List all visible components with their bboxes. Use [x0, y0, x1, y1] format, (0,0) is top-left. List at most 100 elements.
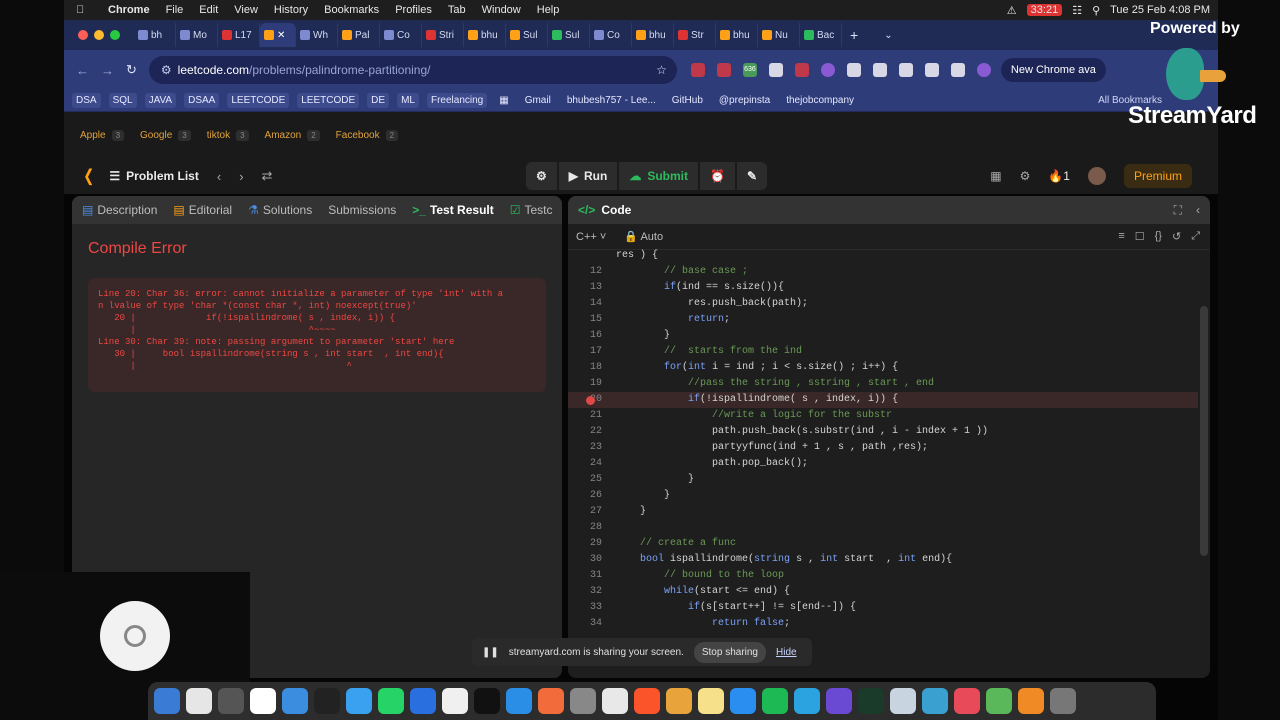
layout-icon[interactable]: ▦	[990, 169, 1001, 183]
browser-tab-active[interactable]: ✕	[260, 23, 296, 47]
code-line[interactable]: 30 bool ispallindrome(string s , int sta…	[568, 552, 1198, 568]
run-button[interactable]: ▶ Run	[558, 162, 618, 190]
notes-icon[interactable]: ✎	[736, 162, 768, 190]
app-icon[interactable]	[954, 688, 980, 714]
extension-icon[interactable]	[820, 63, 835, 77]
settings-app-icon[interactable]	[570, 688, 596, 714]
code-line[interactable]: 13 if(ind == s.size()){	[568, 280, 1198, 296]
fullscreen-icon[interactable]: ⤢	[1191, 230, 1200, 243]
bookmark-folder[interactable]: SQL	[108, 93, 137, 108]
extension-icon[interactable]	[794, 63, 809, 77]
menubar-clock[interactable]: Tue 25 Feb 4:08 PM	[1110, 4, 1210, 16]
browser-tab[interactable]: Nu	[758, 23, 800, 47]
bookmark-github[interactable]: GitHub	[668, 93, 707, 108]
apple-icon[interactable]: 	[76, 4, 92, 16]
bookmark-folder[interactable]: Freelancing	[426, 93, 488, 108]
menu-history[interactable]: History	[274, 4, 308, 16]
code-line[interactable]: 18 for(int i = ind ; i < s.size() ; i++)…	[568, 360, 1198, 376]
brave-icon[interactable]	[634, 688, 660, 714]
code-line[interactable]: 19 //pass the string , sstring , start ,…	[568, 376, 1198, 392]
braces-icon[interactable]: {}	[1155, 230, 1162, 243]
search-icon[interactable]: ⚲	[1092, 4, 1100, 17]
calendar-icon[interactable]	[442, 688, 468, 714]
browser-tab[interactable]: Co	[380, 23, 422, 47]
sublime-icon[interactable]	[666, 688, 692, 714]
settings-icon[interactable]: ⚙	[1020, 169, 1031, 183]
bookmark-leetcode-profile[interactable]: bhubesh757 - Lee...	[563, 93, 660, 108]
menu-profiles[interactable]: Profiles	[395, 4, 432, 16]
browser-tab[interactable]: bh	[134, 23, 176, 47]
menu-tab[interactable]: Tab	[448, 4, 466, 16]
bookmark-thejobcompany[interactable]: thejobcompany	[782, 93, 858, 108]
maximize-icon[interactable]: ⛶	[1174, 203, 1182, 218]
company-tag[interactable]: Amazon 2	[265, 129, 320, 141]
pin-icon[interactable]	[924, 63, 939, 77]
reset-icon[interactable]: ↺	[1172, 230, 1181, 243]
leetcode-logo-icon[interactable]: ❬	[82, 166, 95, 186]
code-editor[interactable]: res ) {12 // base case ; 13 if(ind == s.s…	[568, 250, 1208, 678]
app-store-icon[interactable]	[730, 688, 756, 714]
bookmark-icon[interactable]: ☐	[1135, 230, 1145, 243]
bookmark-folder[interactable]: DSA	[72, 93, 101, 108]
menu-help[interactable]: Help	[537, 4, 560, 16]
code-line[interactable]: 28	[568, 520, 1198, 536]
browser-tab[interactable]: Stri	[422, 23, 464, 47]
browser-tab[interactable]: Pal	[338, 23, 380, 47]
problem-list-button[interactable]: ☰ Problem List	[109, 169, 198, 183]
extension-icon[interactable]	[716, 63, 731, 77]
bookmark-folder[interactable]: DSAA	[184, 93, 220, 108]
profile-avatar[interactable]	[976, 63, 991, 77]
safari-icon[interactable]	[346, 688, 372, 714]
browser-tab[interactable]: bhu	[716, 23, 758, 47]
tab-editorial[interactable]: ▤ Editorial	[173, 203, 232, 217]
extension-icon[interactable]	[768, 63, 783, 77]
wifi-icon[interactable]: ☷	[1072, 4, 1082, 17]
next-problem-icon[interactable]: ›	[239, 169, 243, 184]
vlc-icon[interactable]	[1018, 688, 1044, 714]
code-line[interactable]: 25 }	[568, 472, 1198, 488]
app-icon[interactable]	[186, 688, 212, 714]
company-tag[interactable]: tiktok 3	[207, 129, 249, 141]
app-icon[interactable]	[922, 688, 948, 714]
forward-icon[interactable]: →	[101, 63, 114, 78]
menu-bookmarks[interactable]: Bookmarks	[324, 4, 379, 16]
code-line[interactable]: 24 path.pop_back();	[568, 456, 1198, 472]
extension-badge-icon[interactable]: 636	[742, 63, 757, 77]
jetbrains-icon[interactable]	[314, 688, 340, 714]
bookmark-gmail[interactable]: Gmail	[521, 93, 555, 108]
code-line[interactable]: 23 partyyfunc(ind + 1 , s , path ,res);	[568, 440, 1198, 456]
notes-icon[interactable]	[698, 688, 724, 714]
utorrent-icon[interactable]	[986, 688, 1012, 714]
extension-icon[interactable]	[872, 63, 887, 77]
new-chrome-available-button[interactable]: New Chrome ava	[1000, 58, 1106, 82]
tab-submissions[interactable]: Submissions	[328, 203, 396, 217]
tab-description[interactable]: ▤ Description	[82, 203, 157, 217]
code-line[interactable]: 29 // create a func	[568, 536, 1198, 552]
browser-tab[interactable]: Wh	[296, 23, 338, 47]
terminal-app-icon[interactable]	[474, 688, 500, 714]
tab-solutions[interactable]: ⚗ Solutions	[248, 203, 312, 217]
extension-icon[interactable]	[690, 63, 705, 77]
browser-tab[interactable]: Sul	[506, 23, 548, 47]
browser-tab[interactable]: bhu	[464, 23, 506, 47]
mail-icon[interactable]	[282, 688, 308, 714]
language-select[interactable]: C++ ˅	[576, 231, 606, 243]
browser-tab[interactable]: Bac	[800, 23, 842, 47]
vscode-icon[interactable]	[506, 688, 532, 714]
preview-icon[interactable]	[890, 688, 916, 714]
prev-problem-icon[interactable]: ‹	[217, 169, 221, 184]
media-icon[interactable]	[950, 63, 965, 77]
collapse-icon[interactable]: ‹	[1196, 203, 1200, 218]
browser-tab[interactable]: bhu	[632, 23, 674, 47]
bookmark-folder[interactable]: LEETCODE	[297, 93, 360, 108]
browser-tab[interactable]: Co	[590, 23, 632, 47]
code-line[interactable]: 14 res.push_back(path);	[568, 296, 1198, 312]
tab-test-result[interactable]: >_ Test Result	[412, 203, 493, 217]
code-line[interactable]: 22 path.push_back(s.substr(ind , i - ind…	[568, 424, 1198, 440]
postman-icon[interactable]	[538, 688, 564, 714]
bookmark-folder[interactable]: DE	[367, 93, 390, 108]
address-bar[interactable]: ⚙ leetcode.com/problems/palindrome-parti…	[148, 56, 677, 84]
format-icon[interactable]: ≡	[1118, 230, 1124, 243]
code-line[interactable]: res ) {	[568, 248, 1198, 264]
recording-timer[interactable]: 33:21	[1026, 4, 1063, 16]
